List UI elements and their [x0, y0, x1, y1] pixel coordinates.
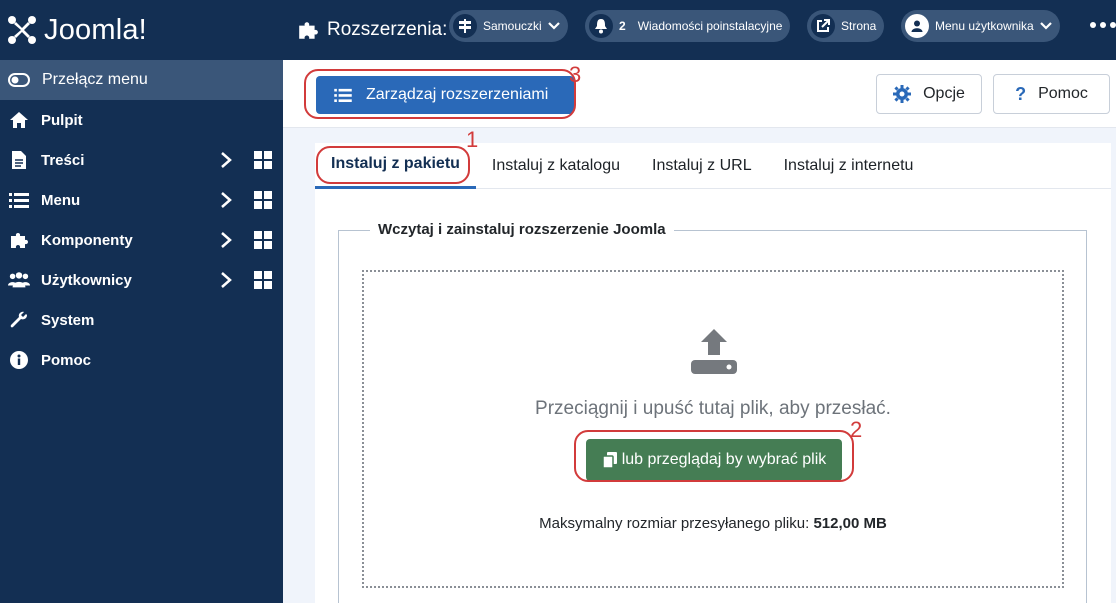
sidebar-item-tresci[interactable]: Treści: [0, 140, 283, 180]
tab-install-url[interactable]: Instaluj z URL: [636, 143, 768, 189]
annotation-number-3: 3: [569, 62, 582, 87]
options-button[interactable]: Opcje: [876, 74, 982, 114]
top-header: Rozszerzenia: Samouczki 2 Wiadomości poi…: [283, 0, 1116, 60]
user-icon: [905, 14, 929, 38]
puzzle-icon: [8, 229, 30, 251]
toggle-menu-button[interactable]: Przełącz menu: [0, 60, 283, 100]
max-size-value: 512,00 MB: [813, 515, 887, 532]
sidebar: Joomla! Przełącz menu Pulpit Treści Menu: [0, 0, 283, 603]
puzzle-icon: [299, 22, 318, 39]
sidebar-item-uzytkownicy[interactable]: Użytkownicy: [0, 260, 283, 300]
sidebar-item-pomoc[interactable]: Pomoc: [0, 340, 283, 380]
upload-legend: Wczytaj i zainstaluj rozszerzenie Joomla: [370, 221, 674, 238]
dashboard-grid-icon[interactable]: [254, 191, 272, 213]
postinstall-count: 2: [619, 19, 626, 33]
dashboard-grid-icon[interactable]: [254, 231, 272, 253]
drop-instruction: Przeciągnij i upuść tutaj plik, aby prze…: [535, 398, 891, 419]
wrench-icon: [8, 309, 30, 331]
site-label: Strona: [841, 19, 877, 33]
sidebar-item-label: Pulpit: [41, 111, 83, 129]
signpost-icon: [453, 14, 477, 38]
tutorials-button[interactable]: Samouczki: [449, 10, 568, 42]
dashboard-grid-icon[interactable]: [254, 151, 272, 173]
help-button[interactable]: ? Pomoc: [993, 74, 1110, 114]
joomla-logo-icon: [8, 16, 36, 44]
home-icon: [8, 109, 30, 131]
user-menu-button[interactable]: Menu użytkownika: [901, 10, 1060, 42]
toggle-menu-label: Przełącz menu: [42, 71, 148, 88]
sidebar-item-label: Użytkownicy: [41, 271, 132, 289]
bell-icon: [589, 14, 613, 38]
sidebar-item-label: Treści: [41, 151, 85, 169]
sidebar-item-label: Menu: [41, 191, 81, 209]
more-options-icon[interactable]: [1090, 22, 1116, 28]
list-icon: [8, 189, 30, 211]
sidebar-item-komponenty[interactable]: Komponenty: [0, 220, 283, 260]
joomla-logo[interactable]: Joomla!: [0, 0, 283, 60]
question-icon: ?: [1015, 83, 1027, 104]
upload-dropzone[interactable]: Przeciągnij i upuść tutaj plik, aby prze…: [362, 270, 1064, 588]
users-icon: [8, 269, 30, 291]
user-menu-label: Menu użytkownika: [935, 19, 1034, 33]
logo-text: Joomla!: [44, 13, 147, 46]
chevron-down-icon: [1039, 22, 1052, 30]
tab-install-web[interactable]: Instaluj z internetu: [768, 143, 930, 189]
postinstall-label: Wiadomości poinstalacyjne: [637, 19, 783, 33]
sidebar-item-label: Pomoc: [41, 351, 92, 369]
max-upload-size: Maksymalny rozmiar przesyłanego pliku: 5…: [364, 515, 1062, 532]
annotation-number-2: 2: [850, 417, 863, 442]
chevron-right-icon[interactable]: [220, 231, 232, 253]
tab-install-folder[interactable]: Instaluj z katalogu: [476, 143, 636, 189]
page-title-text: Rozszerzenia:: [327, 19, 448, 40]
options-label: Opcje: [923, 85, 965, 102]
toolbar: Zarządzaj rozszerzeniami 3 Opcje ? Pomoc: [283, 60, 1116, 128]
sidebar-item-label: Komponenty: [41, 231, 133, 249]
help-label: Pomoc: [1038, 85, 1088, 102]
max-size-label: Maksymalny rozmiar przesyłanego pliku:: [539, 515, 810, 532]
annotation-number-1: 1: [466, 127, 479, 152]
postinstall-messages-button[interactable]: 2 Wiadomości poinstalacyjne: [585, 10, 791, 42]
chevron-down-icon: [547, 22, 560, 30]
main-content: Instaluj z pakietu Instaluj z katalogu I…: [315, 127, 1111, 603]
view-site-button[interactable]: Strona: [807, 10, 885, 42]
annotation-ring-1: [316, 146, 470, 184]
toggle-icon: [8, 73, 30, 87]
page-title: Rozszerzenia:: [297, 19, 447, 41]
tutorials-label: Samouczki: [483, 19, 542, 33]
sidebar-item-system[interactable]: System: [0, 300, 283, 340]
external-link-icon: [811, 14, 835, 38]
info-icon: [8, 349, 30, 371]
gear-icon: [893, 85, 912, 103]
sidebar-item-label: System: [41, 311, 95, 329]
dashboard-grid-icon[interactable]: [254, 271, 272, 293]
chevron-right-icon[interactable]: [220, 151, 232, 173]
sidebar-item-menu[interactable]: Menu: [0, 180, 283, 220]
annotation-ring-3: [304, 69, 576, 119]
annotation-ring-2: [574, 430, 854, 482]
sidebar-item-pulpit[interactable]: Pulpit: [0, 100, 283, 140]
upload-icon: [691, 329, 737, 374]
chevron-right-icon[interactable]: [220, 271, 232, 293]
chevron-right-icon[interactable]: [220, 191, 232, 213]
file-icon: [8, 149, 30, 171]
